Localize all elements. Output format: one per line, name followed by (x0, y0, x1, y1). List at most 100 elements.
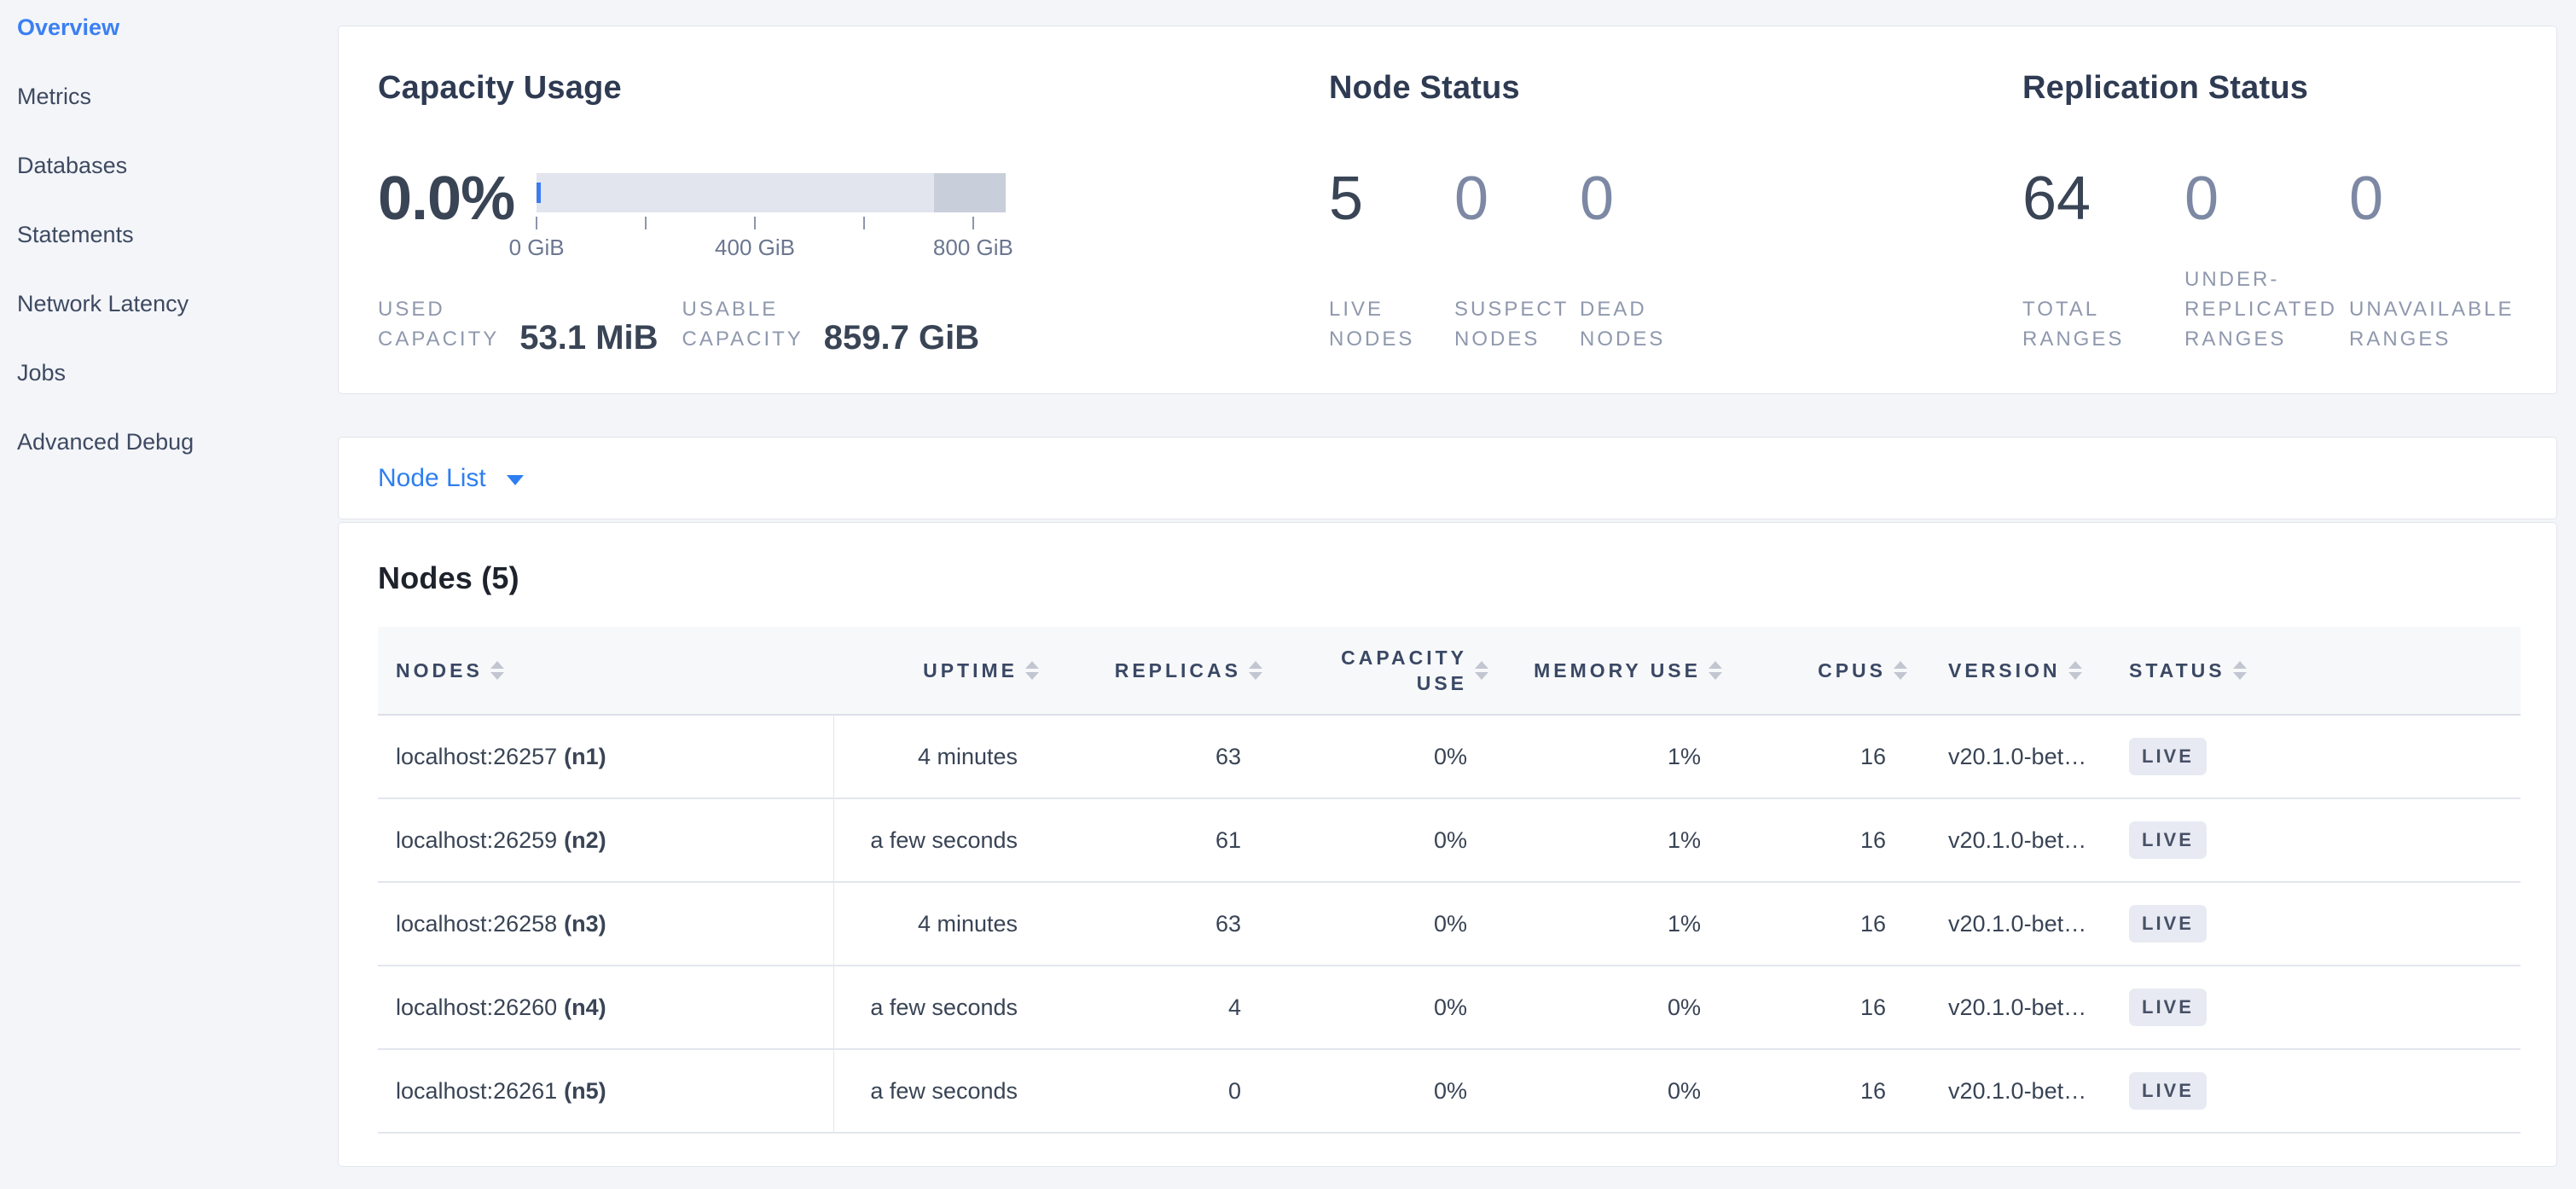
sort-down-arrow (1025, 672, 1039, 680)
version-cell: v20.1.0-bet… (1907, 716, 2121, 798)
replication-stat-value: 0 (2349, 166, 2515, 231)
column-header-nodes[interactable]: NODES (378, 658, 834, 683)
node-address-cell[interactable]: localhost:26260 (n4) (378, 966, 834, 1048)
column-header-version[interactable]: VERSION (1907, 658, 2121, 683)
cpus-cell: 16 (1722, 883, 1907, 965)
memory-use-cell: 1% (1488, 883, 1722, 965)
node-address: localhost:26258 (396, 911, 557, 937)
status-cell: LIVE (2121, 716, 2521, 798)
cpus-cell: 16 (1722, 966, 1907, 1048)
node-status-stat-value: 0 (1454, 166, 1580, 231)
sidebar-item-databases[interactable]: Databases (0, 138, 338, 207)
sort-icon (1025, 661, 1039, 680)
capacity-summary-pair: USED CAPACITY53.1 MiB (378, 294, 659, 354)
sort-icon (1894, 661, 1907, 680)
version-cell: v20.1.0-bet… (1907, 883, 2121, 965)
capacity-axis-tick-label: 400 GiB (715, 235, 795, 261)
capacity-axis-tick-label: 0 GiB (509, 235, 565, 261)
capacity-axis-tick (863, 217, 865, 229)
sort-down-arrow (1475, 672, 1488, 680)
version-cell: v20.1.0-bet… (1907, 966, 2121, 1048)
sidebar-item-network-latency[interactable]: Network Latency (0, 276, 338, 345)
node-status-stat: 0DEAD NODES (1580, 166, 2022, 354)
column-header-cpus[interactable]: CPUS (1722, 658, 1907, 683)
sort-icon (2068, 661, 2082, 680)
capacity-summary-label: USABLE CAPACITY (682, 294, 804, 354)
nodes-table-card: Nodes (5) NODESUPTIMEREPLICASCAPACITY US… (338, 522, 2557, 1167)
sort-down-arrow (1249, 672, 1262, 680)
capacity-bar-axis: 0 GiB400 GiB800 GiB (537, 212, 1006, 260)
replication-stat-value: 64 (2022, 166, 2184, 231)
memory-use-cell: 0% (1488, 966, 1722, 1048)
table-row: localhost:26259(n2)a few seconds610%1%16… (378, 799, 2521, 883)
sort-up-arrow (1249, 661, 1262, 669)
node-status-stat-label: LIVE NODES (1329, 294, 1454, 354)
column-header-uptime[interactable]: UPTIME (834, 658, 1039, 683)
uptime-cell: a few seconds (834, 799, 1039, 881)
capacity-axis-tick (645, 217, 647, 229)
sort-down-arrow (2068, 672, 2082, 680)
cpus-cell: 16 (1722, 799, 1907, 881)
node-id: (n4) (564, 995, 606, 1021)
node-address: localhost:26259 (396, 827, 557, 854)
node-address-cell[interactable]: localhost:26258(n3) (378, 883, 834, 965)
sort-down-arrow (490, 672, 504, 680)
table-row: localhost:26257(n1)4 minutes630%1%16v20.… (378, 716, 2521, 799)
sidebar-item-statements[interactable]: Statements (0, 207, 338, 276)
sort-up-arrow (2233, 661, 2247, 669)
capacity-summary-value: 859.7 GiB (824, 320, 979, 356)
memory-use-cell: 0% (1488, 1050, 1722, 1132)
status-badge: LIVE (2129, 989, 2207, 1026)
table-row: localhost:26258(n3)4 minutes630%1%16v20.… (378, 883, 2521, 966)
replication-stat: 0UNDER- REPLICATED RANGES (2184, 166, 2349, 354)
node-status-stat-label: DEAD NODES (1580, 294, 2022, 354)
node-status-stat-label: SUSPECT NODES (1454, 294, 1580, 354)
capacity-axis-tick (536, 217, 537, 229)
node-status-stat-value: 5 (1329, 166, 1454, 231)
capacity-bar-chart: 0 GiB400 GiB800 GiB (537, 166, 1006, 260)
node-address-cell[interactable]: localhost:26257(n1) (378, 716, 834, 798)
status-badge: LIVE (2129, 1072, 2207, 1110)
sidebar-item-metrics[interactable]: Metrics (0, 69, 338, 138)
app-root: OverviewMetricsDatabasesStatementsNetwor… (0, 0, 2576, 1189)
sidebar-item-overview[interactable]: Overview (0, 0, 338, 69)
column-header-label: CAPACITY USE (1341, 645, 1467, 696)
status-cell: LIVE (2121, 1050, 2521, 1132)
column-header-label: VERSION (1948, 658, 2061, 683)
status-badge: LIVE (2129, 905, 2207, 942)
uptime-cell: 4 minutes (834, 716, 1039, 798)
node-list-dropdown[interactable]: Node List (378, 464, 524, 493)
sort-up-arrow (1894, 661, 1907, 669)
capacity-use-cell: 0% (1262, 966, 1488, 1048)
capacity-use-cell: 0% (1262, 716, 1488, 798)
sort-down-arrow (1709, 672, 1722, 680)
column-header-status[interactable]: STATUS (2121, 658, 2521, 683)
sort-up-arrow (1709, 661, 1722, 669)
sidebar-item-advanced-debug[interactable]: Advanced Debug (0, 415, 338, 484)
column-header-replicas[interactable]: REPLICAS (1039, 658, 1262, 683)
node-address-cell[interactable]: localhost:26261(n5) (378, 1050, 834, 1132)
node-list-dropdown-label: Node List (378, 464, 486, 493)
column-header-label: MEMORY USE (1534, 658, 1701, 683)
sort-icon (490, 661, 504, 680)
table-row: localhost:26261(n5)a few seconds00%0%16v… (378, 1050, 2521, 1134)
node-address-cell[interactable]: localhost:26259(n2) (378, 799, 834, 881)
capacity-axis-tick (754, 217, 756, 229)
nodes-table-header-row: NODESUPTIMEREPLICAS CAPACITY USE MEMORY US… (378, 627, 2521, 716)
node-address: localhost:26260 (396, 995, 557, 1021)
column-header-label: STATUS (2129, 658, 2225, 683)
node-address: localhost:26257 (396, 744, 557, 770)
version-cell: v20.1.0-bet… (1907, 1050, 2121, 1132)
capacity-summary-value: 53.1 MiB (519, 320, 658, 356)
column-header-memory-use[interactable]: MEMORY USE (1488, 658, 1722, 683)
column-header-label: CPUS (1818, 658, 1886, 683)
sidebar: OverviewMetricsDatabasesStatementsNetwor… (0, 0, 338, 1189)
replication-status-title: Replication Status (2022, 69, 2515, 107)
sort-up-arrow (1025, 661, 1039, 669)
capacity-use-cell: 0% (1262, 1050, 1488, 1132)
chevron-down-icon (507, 475, 524, 485)
version-cell: v20.1.0-bet… (1907, 799, 2121, 881)
replicas-cell: 61 (1039, 799, 1262, 881)
column-header-capacity-use[interactable]: CAPACITY USE (1262, 645, 1488, 696)
sidebar-item-jobs[interactable]: Jobs (0, 345, 338, 415)
